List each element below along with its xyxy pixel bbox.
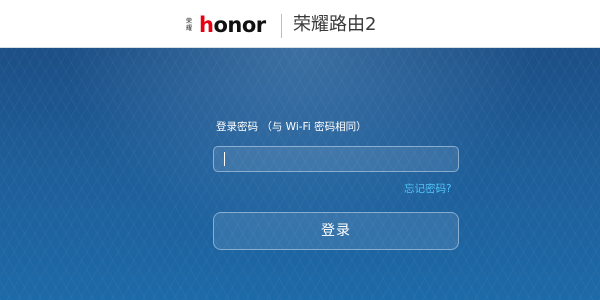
honor-logo-chinese-mark: 荣耀 [186, 18, 193, 32]
text-cursor [224, 152, 225, 166]
honor-logo: 荣耀 honor [186, 14, 266, 36]
password-input[interactable] [213, 146, 459, 172]
login-button[interactable]: 登录 [213, 212, 459, 250]
top-header-bar: 荣耀 honor 荣耀路由2 [0, 0, 600, 48]
header-divider [281, 14, 282, 38]
forgot-password-link[interactable]: 忘记密码? [404, 182, 452, 196]
honor-logo-wordmark: honor [199, 13, 266, 37]
password-label: 登录密码 （与 Wi-Fi 密码相同） [216, 121, 367, 133]
login-panel-background: 登录密码 （与 Wi-Fi 密码相同） 忘记密码? 登录 [0, 48, 600, 300]
product-title: 荣耀路由2 [293, 14, 377, 35]
background-texture [0, 48, 600, 300]
